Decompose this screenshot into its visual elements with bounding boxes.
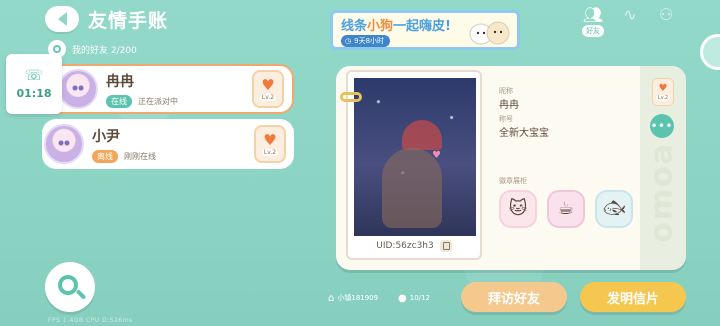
- friend-info: 小尹 离线 刚刚在线: [92, 126, 254, 163]
- status-badge: 离线: [92, 149, 118, 163]
- voice-call-pill[interactable]: ☏ 01:18: [6, 54, 62, 114]
- paperclip-icon: [340, 92, 362, 102]
- person-icon: ●: [398, 292, 407, 304]
- friend-info: 冉冉 在线 正在派对中: [106, 71, 252, 108]
- avatar: [58, 69, 98, 109]
- badge-slot[interactable]: ☕︎: [547, 190, 585, 228]
- status-text: 刚刚在线: [124, 151, 156, 161]
- level-text: Lv.2: [655, 94, 671, 101]
- banner-title: 线条小狗一起嗨皮!: [341, 19, 451, 34]
- tab-friends[interactable]: 👥︎ 好友: [578, 6, 608, 42]
- visit-friend-button[interactable]: 拜访好友: [461, 282, 567, 312]
- heart-icon: ♥: [658, 82, 668, 94]
- heart-icon: ♥: [263, 130, 277, 149]
- copy-icon[interactable]: [439, 240, 452, 252]
- page-title: 友情手账: [88, 10, 169, 32]
- visitors-stat: ● 10/12: [398, 292, 430, 304]
- nickname-label: 昵称: [499, 87, 513, 95]
- friendship-level-badge[interactable]: ♥ Lv.2: [254, 125, 286, 163]
- friendship-level-badge[interactable]: ♥ Lv.2: [252, 70, 284, 108]
- profile-card: ♥ UID:56zc3h3 昵称 冉冉 称号 全新大宝宝 徽章展柜 🐱︎ ☕︎ …: [336, 66, 686, 270]
- tab-activity[interactable]: ∿: [615, 6, 645, 42]
- debug-footer: FPS 1.4GB CPU D:526ms: [48, 317, 133, 324]
- level-text: Lv.2: [259, 93, 277, 101]
- friends-icon: 👥︎: [582, 5, 604, 24]
- tab-label: 好友: [582, 25, 604, 37]
- status-text: 正在派对中: [138, 96, 178, 106]
- friend-name: 冉冉: [106, 73, 134, 90]
- badge-slot[interactable]: 🐱︎: [499, 190, 537, 228]
- teapot-badge-icon: ☕︎: [557, 198, 575, 219]
- clock-icon: ◷: [345, 37, 352, 45]
- side-watermark: ɐoɯo: [647, 144, 682, 245]
- contacts-icon: ⚇: [658, 5, 674, 24]
- more-options-button[interactable]: •••: [650, 114, 674, 138]
- friendship-level-badge[interactable]: ♥ Lv.2: [652, 78, 674, 106]
- banner-timer: ◷ 9天8小时: [341, 35, 391, 47]
- level-text: Lv.2: [261, 148, 279, 156]
- back-button[interactable]: [45, 6, 79, 32]
- send-postcard-button[interactable]: 发明信片: [580, 282, 686, 312]
- phone-icon: ☏: [24, 66, 44, 84]
- cat-badge-icon: 🐱︎: [508, 198, 528, 219]
- title-value: 全新大宝宝: [499, 128, 549, 139]
- avatar: [44, 124, 84, 164]
- uid-text: UID:56zc3h3: [376, 241, 434, 251]
- search-friends-button[interactable]: [45, 262, 95, 312]
- dogs-illustration: [469, 21, 510, 45]
- heart-icon: ♥: [261, 75, 275, 94]
- fish-badge-icon: 🐟︎: [602, 198, 626, 219]
- call-duration: 01:18: [16, 87, 52, 100]
- friend-card[interactable]: 冉冉 在线 正在派对中 ♥ Lv.2: [42, 64, 294, 114]
- photo-frame[interactable]: ♥ UID:56zc3h3: [340, 70, 482, 260]
- side-strip: ♥ Lv.2 ••• ɐoɯo: [640, 66, 686, 270]
- status-badge: 在线: [106, 94, 132, 108]
- town-stat: ⌂ 小镇181909: [328, 292, 379, 304]
- friends-count: 我的好友 2/200: [72, 45, 137, 56]
- back-arrow-icon: [57, 12, 67, 26]
- heartbeat-icon: ∿: [623, 5, 637, 24]
- friends-count-row: 我的好友 2/200: [48, 40, 137, 58]
- badges-label: 徽章展柜: [499, 177, 527, 185]
- search-icon: [58, 275, 78, 295]
- badge-slot[interactable]: 🐟︎: [595, 190, 633, 228]
- friend-name: 小尹: [92, 128, 120, 145]
- status-line: 在线 正在派对中: [106, 94, 252, 108]
- town-icon: ⌂: [328, 292, 335, 304]
- tab-contacts[interactable]: ⚇: [651, 6, 681, 42]
- nickname-value: 冉冉: [499, 100, 519, 111]
- title-label: 称号: [499, 115, 513, 123]
- friend-card[interactable]: 小尹 离线 刚刚在线 ♥ Lv.2: [42, 119, 294, 169]
- uid-row: UID:56zc3h3: [358, 240, 470, 252]
- status-line: 离线 刚刚在线: [92, 149, 254, 163]
- friend-photo: ♥: [354, 78, 476, 236]
- event-banner[interactable]: 线条小狗一起嗨皮! ◷ 9天8小时: [330, 10, 520, 50]
